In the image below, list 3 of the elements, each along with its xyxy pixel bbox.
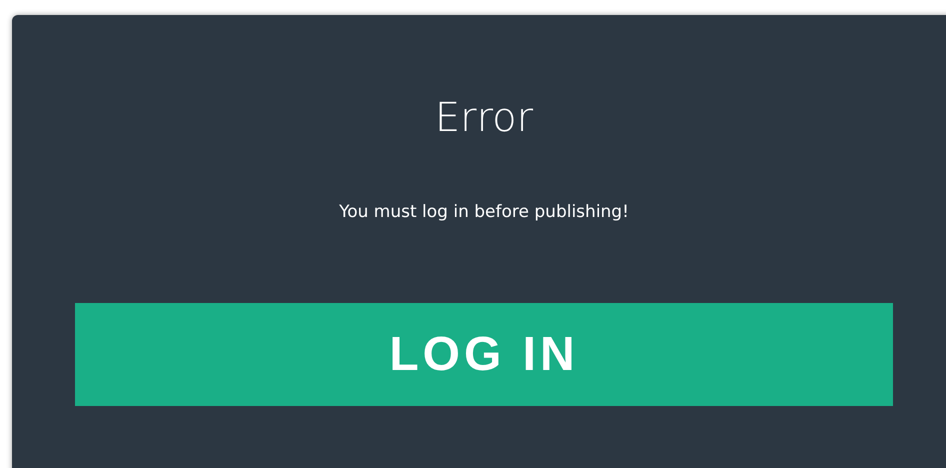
login-button[interactable]: LOG IN xyxy=(75,303,893,406)
error-message: You must log in before publishing! xyxy=(339,201,629,223)
dialog-title: Error xyxy=(434,95,534,141)
